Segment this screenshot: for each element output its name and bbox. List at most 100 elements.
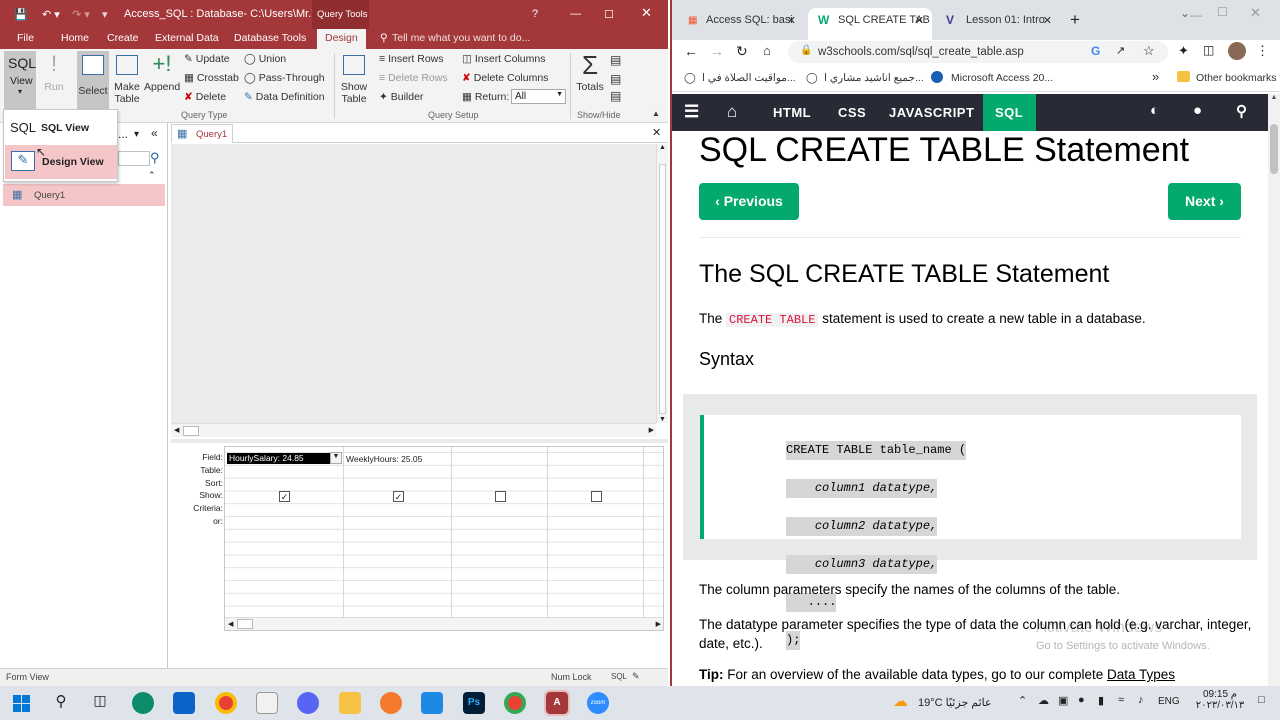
forward-icon[interactable]: → — [710, 43, 724, 59]
show-checkbox-2[interactable]: ✓ — [393, 491, 404, 502]
reload-icon[interactable]: ↻ — [736, 43, 748, 60]
select-query-button[interactable]: Select — [77, 51, 109, 109]
task-view-icon[interactable]: ◫ — [89, 692, 111, 714]
design-view-status-icon[interactable]: ✎ — [632, 671, 640, 682]
update-button[interactable]: ✎ Update — [184, 53, 230, 65]
contrast-icon[interactable]: ◐ — [1150, 102, 1160, 119]
collapse-ribbon-icon[interactable]: ▲ — [652, 109, 660, 118]
maximize-button[interactable]: ☐ — [604, 8, 614, 21]
chrome-icon[interactable] — [215, 692, 237, 714]
delete-columns-button[interactable]: ✘ Delete Columns — [462, 72, 548, 84]
property-sheet-icon[interactable]: ▤ — [610, 72, 621, 86]
horizontal-scrollbar[interactable]: ◀ ▶ — [171, 423, 656, 437]
lock-icon[interactable]: 🔒 — [800, 45, 812, 56]
show-checkbox-3[interactable] — [495, 491, 506, 502]
tab-file[interactable]: File — [17, 32, 34, 44]
file-explorer-icon[interactable] — [339, 692, 361, 714]
vscode-icon[interactable] — [421, 692, 443, 714]
hamburger-icon[interactable]: ☰ — [684, 102, 700, 122]
minimize-button[interactable]: — — [1190, 8, 1202, 22]
builder-button[interactable]: ✦ Builder — [379, 91, 423, 103]
delete-button[interactable]: ✘ Delete — [184, 91, 226, 103]
save-icon[interactable]: 💾 — [14, 8, 28, 21]
photoshop-icon[interactable]: Ps — [463, 692, 485, 714]
nav-html[interactable]: HTML — [773, 105, 811, 120]
tab-query1[interactable]: ▦ Query1 — [171, 124, 233, 143]
shutter-bar-icon[interactable]: « — [151, 126, 158, 140]
onedrive-icon[interactable]: ☁ — [1038, 694, 1049, 707]
code-block[interactable]: CREATE TABLE table_name ( column1 dataty… — [700, 415, 1241, 650]
table-names-icon[interactable]: ▤ — [610, 89, 621, 103]
nav-css[interactable]: CSS — [838, 105, 866, 120]
menu-item-design-view[interactable]: ✎ Design View — [5, 145, 117, 179]
sql-view-status-icon[interactable]: SQL — [611, 672, 627, 681]
close-tab-icon[interactable]: ✕ — [915, 14, 924, 27]
new-tab-icon[interactable]: + — [1070, 10, 1080, 30]
wifi-icon[interactable]: ≈ — [1118, 694, 1124, 706]
close-query-icon[interactable]: ✕ — [652, 126, 661, 139]
search-icon[interactable]: ⚲ — [50, 692, 72, 714]
field-dropdown-icon[interactable]: ▼ — [330, 452, 342, 464]
search-icon[interactable]: ⚲ — [150, 150, 160, 166]
share-icon[interactable]: ↗ — [1116, 44, 1125, 57]
tray-chevron-icon[interactable]: ⌃ — [1018, 694, 1027, 707]
chrome-menu-icon[interactable]: ⋮ — [1256, 43, 1269, 59]
page-scrollbar[interactable]: ▲ — [1268, 94, 1280, 686]
close-tab-icon[interactable]: ✕ — [787, 14, 796, 27]
volume-icon[interactable]: ♪ — [1138, 694, 1144, 706]
bookmark-star-icon[interactable]: ☆ — [1143, 43, 1155, 59]
collapse-group-icon[interactable]: ⌃ — [148, 170, 156, 181]
weather-icon[interactable]: ☁ — [893, 692, 908, 710]
nav-options-icon[interactable]: ▾ — [134, 129, 139, 140]
data-types-link[interactable]: Data Types — [1107, 667, 1175, 682]
customize-qat-icon[interactable]: ▾ — [102, 8, 108, 21]
pane-splitter[interactable] — [171, 439, 668, 443]
insert-columns-button[interactable]: ◫ Insert Columns — [462, 53, 545, 65]
back-icon[interactable]: ← — [684, 43, 698, 59]
grid-scrollbar[interactable]: ◀ ▶ — [225, 617, 663, 630]
clock[interactable]: 09:15 م ٢٠٢٣/٠٣/١٣ — [1190, 689, 1250, 711]
help-button[interactable]: ? — [532, 8, 538, 20]
discord-icon[interactable] — [297, 692, 319, 714]
data-definition-button[interactable]: ✎ Data Definition — [244, 91, 325, 103]
tab-home[interactable]: Home — [61, 32, 89, 44]
run-button[interactable]: ! Run — [44, 51, 64, 93]
blender-icon[interactable] — [380, 692, 402, 714]
other-bookmarks[interactable]: Other bookmarks — [1196, 72, 1277, 84]
nav-item-query1[interactable]: ▦ Query1 — [3, 184, 165, 206]
menu-item-sql-view[interactable]: SQL SQL View — [4, 114, 117, 142]
tell-me-box[interactable]: Tell me what you want to do... — [392, 32, 530, 44]
show-checkbox-4[interactable] — [591, 491, 602, 502]
tab-create[interactable]: Create — [107, 32, 139, 44]
nav-menu-ellipsis[interactable]: ... — [118, 127, 128, 141]
edge-icon[interactable] — [132, 692, 154, 714]
next-button[interactable]: Next › — [1168, 183, 1241, 220]
chrome-icon[interactable] — [504, 692, 526, 714]
more-bookmarks-icon[interactable]: » — [1152, 69, 1159, 84]
pass-through-button[interactable]: ◯ Pass-Through — [244, 72, 325, 84]
append-button[interactable]: +! Append — [144, 51, 180, 93]
location-icon[interactable]: ● — [1078, 694, 1085, 706]
nav-javascript[interactable]: JAVASCRIPT — [889, 105, 974, 120]
field-cell-2[interactable]: WeeklyHours: 25.05 — [346, 454, 422, 464]
search-input[interactable] — [118, 151, 150, 166]
close-button[interactable]: ✕ — [1250, 5, 1261, 21]
insert-rows-button[interactable]: ≡ Insert Rows — [379, 53, 444, 65]
browser-tab-1[interactable]: ▦ Access SQL: basi ✕ — [676, 8, 804, 40]
mail-icon[interactable] — [173, 692, 195, 714]
previous-button[interactable]: ‹ Previous — [699, 183, 799, 220]
maximize-button[interactable]: ☐ — [1217, 5, 1228, 19]
browser-tab-3[interactable]: V Lesson 01: Intro ✕ — [936, 8, 1060, 40]
close-button[interactable]: ✕ — [641, 5, 652, 21]
home-icon[interactable]: ⌂ — [763, 43, 771, 58]
field-cell-1[interactable]: HourlySalary: 24.85 — [227, 453, 330, 464]
profile-avatar[interactable] — [1228, 42, 1246, 60]
return-select[interactable]: All ▼ — [511, 89, 566, 104]
bookmark-2[interactable]: جميع اناشيد مشاري ا... — [824, 72, 924, 84]
nav-sql[interactable]: SQL — [983, 94, 1036, 131]
bookmark-1[interactable]: مواقيت الصلاة في ا... — [702, 72, 796, 84]
close-tab-icon[interactable]: ✕ — [1043, 14, 1052, 27]
notepad-icon[interactable] — [256, 692, 278, 714]
show-checkbox-1[interactable]: ✓ — [279, 491, 290, 502]
url-bar[interactable]: 🔒 w3schools.com/sql/sql_create_table.asp… — [788, 41, 1168, 63]
